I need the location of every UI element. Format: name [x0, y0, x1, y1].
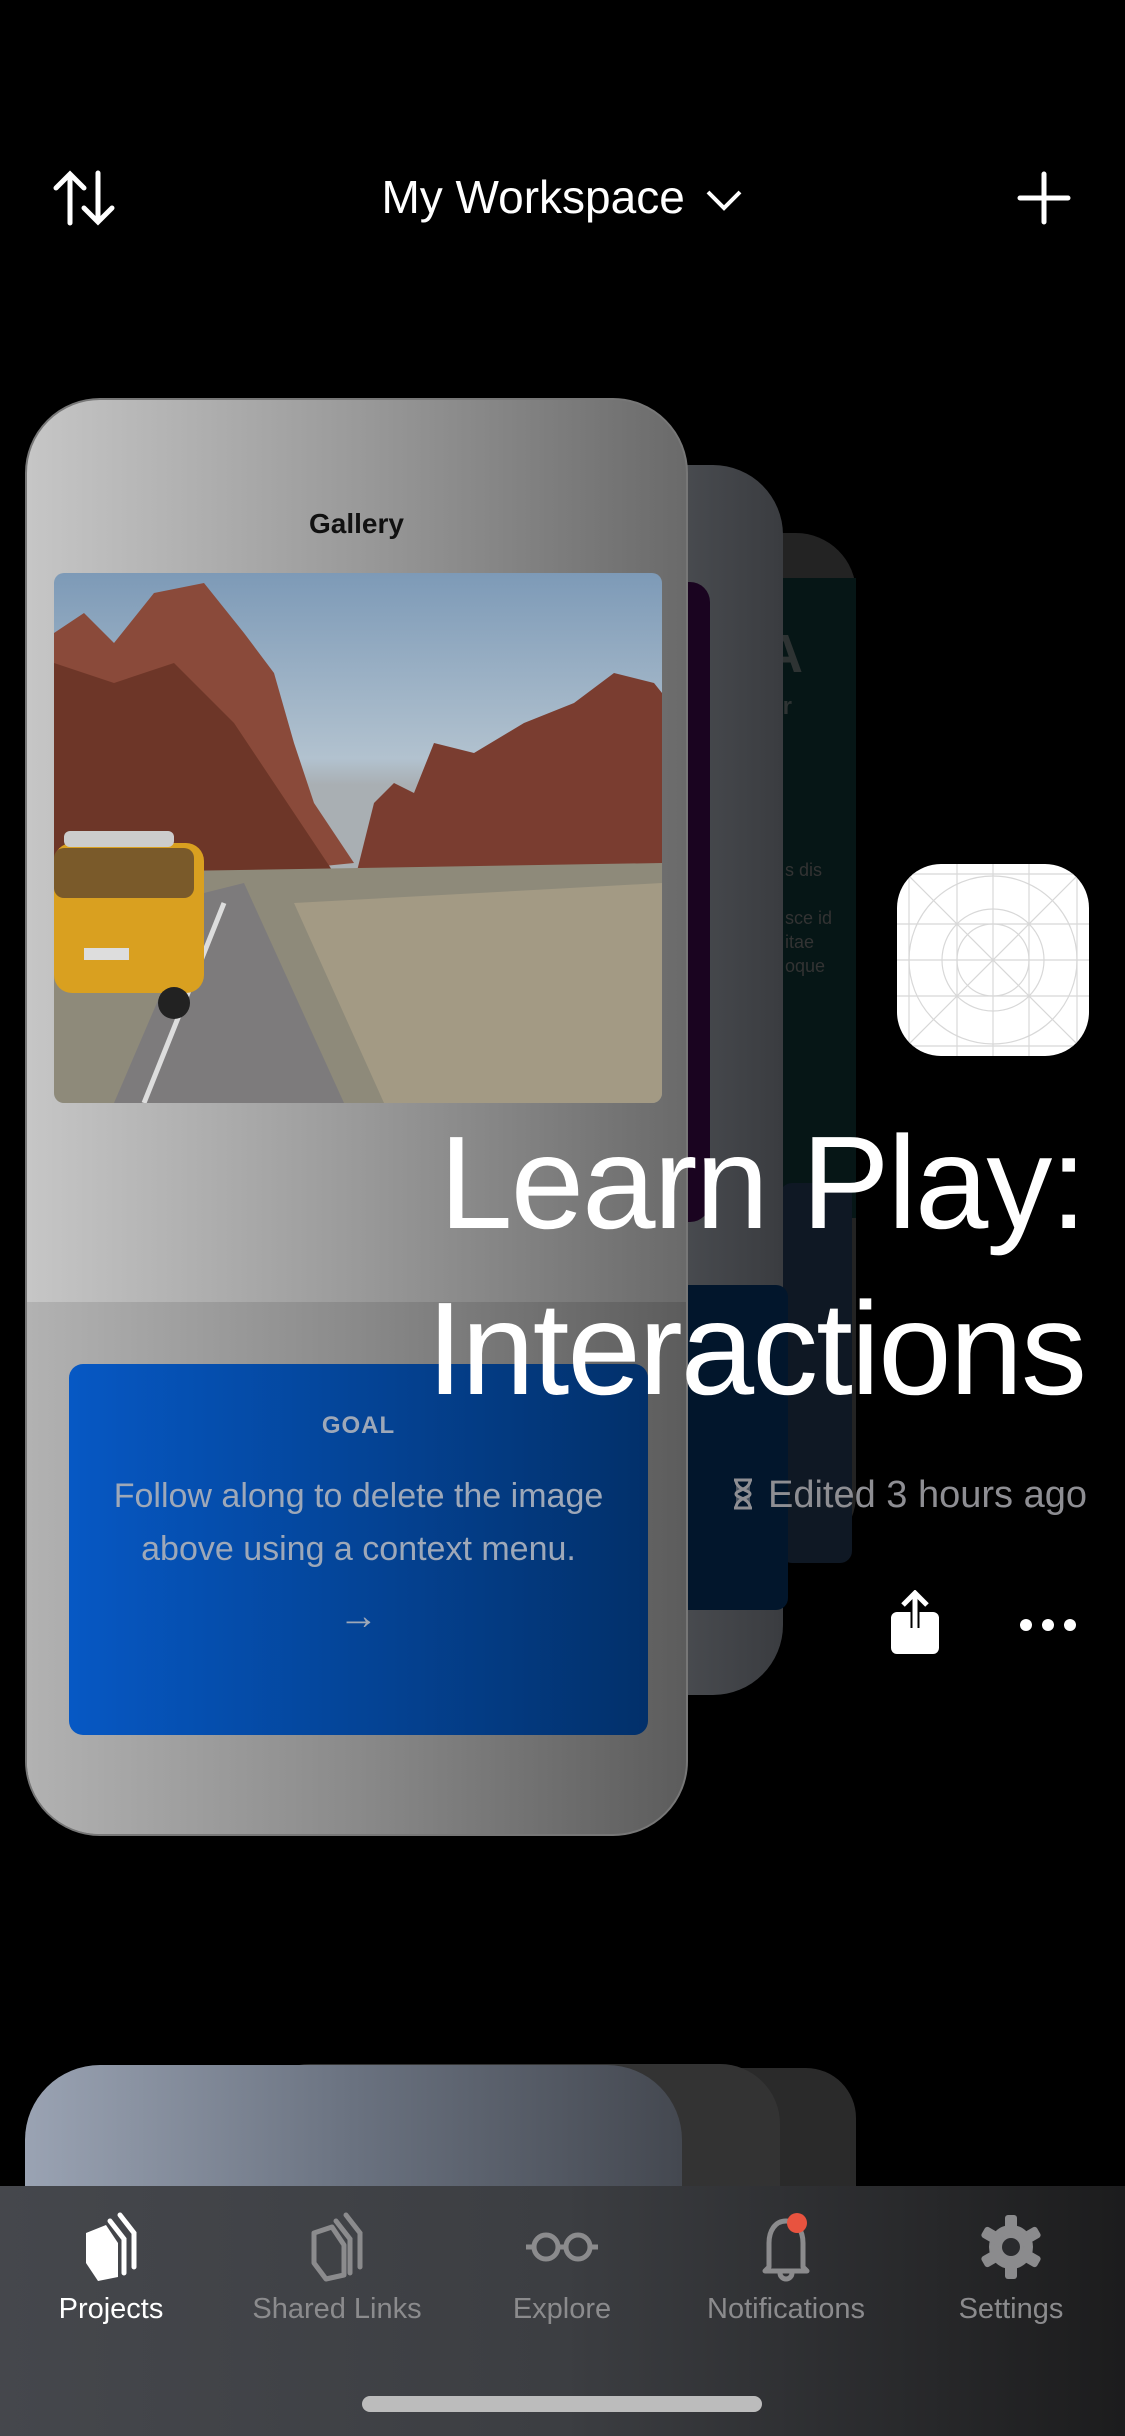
more-options-button[interactable]	[1018, 1615, 1078, 1640]
tab-explore[interactable]: Explore	[452, 2211, 672, 2326]
add-project-button[interactable]	[1016, 170, 1072, 231]
tab-label: Shared Links	[252, 2293, 422, 2325]
tab-label: Notifications	[707, 2293, 865, 2325]
tab-shared-links[interactable]: Shared Links	[227, 2211, 447, 2326]
fragment: itae	[785, 932, 815, 952]
tab-label: Settings	[958, 2293, 1064, 2325]
home-indicator[interactable]	[362, 2396, 762, 2412]
ellipsis-icon	[1020, 1619, 1076, 1631]
plus-icon	[1017, 171, 1071, 225]
share-icon	[891, 1589, 939, 1654]
glasses-icon	[526, 2232, 598, 2262]
project-title-line1: Learn Play:	[439, 1109, 1087, 1256]
gallery-title: Gallery	[309, 508, 404, 539]
notification-badge	[787, 2213, 807, 2233]
tab-label: Projects	[58, 2293, 164, 2325]
share-button[interactable]	[888, 1589, 942, 1661]
gear-icon	[981, 2215, 1041, 2279]
goal-text: Follow along to delete the image above u…	[113, 1477, 604, 1568]
project-title[interactable]: Learn Play: Interactions	[426, 1100, 1087, 1432]
workspace-selector[interactable]: My Workspace	[0, 165, 1125, 229]
edited-timestamp: Edited 3 hours ago	[732, 1474, 1087, 1517]
tab-settings[interactable]: Settings	[901, 2211, 1121, 2326]
project-app-icon	[897, 864, 1089, 1056]
gallery-photo	[54, 573, 662, 1103]
chevron-down-icon	[706, 190, 741, 211]
tab-label: Explore	[512, 2293, 612, 2325]
tab-projects[interactable]: Projects	[1, 2211, 221, 2326]
projects-stack-icon	[86, 2212, 137, 2281]
shared-links-icon	[311, 2212, 363, 2282]
fragment: oque	[785, 956, 826, 976]
arrow-right-icon: →	[338, 1594, 379, 1638]
app-icon-grid-icon	[897, 864, 1089, 1056]
fragment: sce id	[785, 908, 833, 928]
tab-notifications[interactable]: Notifications	[676, 2211, 896, 2326]
workspace-title: My Workspace	[381, 171, 685, 223]
bell-icon	[762, 2213, 810, 2282]
project-title-line2: Interactions	[426, 1275, 1087, 1422]
fragment: s dis	[785, 860, 823, 880]
hourglass-icon	[733, 1478, 752, 1510]
edited-text: Edited 3 hours ago	[767, 1474, 1087, 1516]
